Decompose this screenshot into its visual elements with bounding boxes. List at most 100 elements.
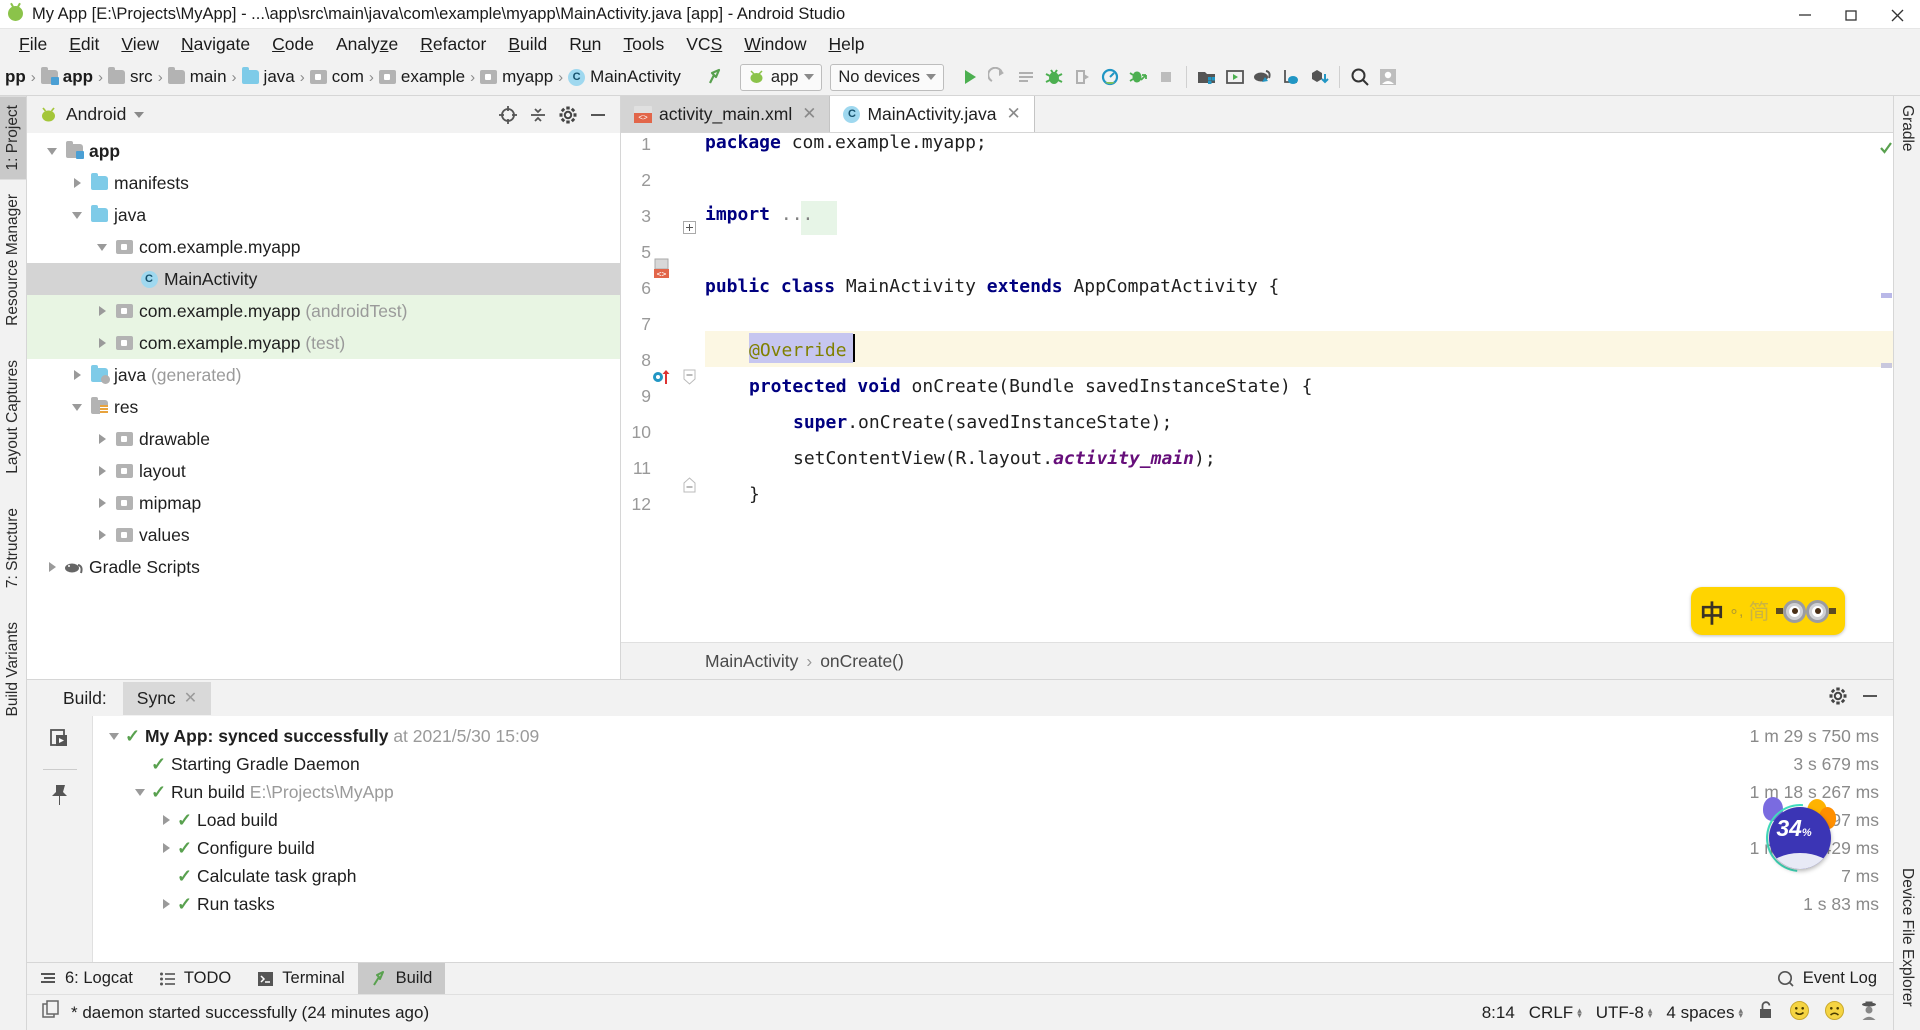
- apply-changes-icon[interactable]: [1012, 63, 1040, 91]
- build-output-tree[interactable]: ✓ My App: synced successfully at 2021/5/…: [93, 716, 1893, 962]
- build-row[interactable]: ✓ Run build E:\Projects\MyApp: [93, 778, 1893, 806]
- spinner-icon[interactable]: ▴ ▾: [1577, 1005, 1582, 1019]
- menu-refactor[interactable]: Refactor: [409, 31, 497, 58]
- goggles-icon[interactable]: [1776, 599, 1837, 623]
- caret-position[interactable]: 8:14: [1482, 1003, 1515, 1023]
- bottom-tab-terminal[interactable]: Terminal: [244, 963, 357, 994]
- search-icon[interactable]: [1346, 63, 1374, 91]
- minimize-button[interactable]: [1782, 0, 1828, 29]
- breadcrumb-class[interactable]: MainActivity: [705, 651, 798, 672]
- menu-analyze[interactable]: Analyze: [325, 31, 409, 58]
- tree-node-java[interactable]: java: [27, 199, 620, 231]
- tab-close-icon[interactable]: ✕: [1007, 104, 1021, 124]
- menu-build[interactable]: Build: [497, 31, 558, 58]
- fold-expand-icon[interactable]: [683, 219, 696, 239]
- ime-punctuation-label[interactable]: ∘,: [1729, 601, 1743, 621]
- tree-twisty[interactable]: [91, 243, 113, 251]
- build-twisty[interactable]: [155, 899, 177, 909]
- menu-tools[interactable]: Tools: [612, 31, 675, 58]
- tree-twisty[interactable]: [91, 434, 113, 444]
- settings-gear-icon[interactable]: [554, 102, 582, 128]
- unlocked-icon[interactable]: [1757, 1000, 1775, 1025]
- hide-panel-icon[interactable]: [584, 102, 612, 128]
- sync-gradle-icon[interactable]: [1249, 63, 1277, 91]
- spinner-icon[interactable]: ▴ ▾: [1648, 1005, 1653, 1019]
- tree-twisty[interactable]: [41, 147, 63, 155]
- sidebar-item-project[interactable]: 1: Project: [0, 96, 26, 180]
- build-row[interactable]: ✓ Load build: [93, 806, 1893, 834]
- spinner-icon[interactable]: ▴ ▾: [1738, 1005, 1743, 1019]
- indent-selector[interactable]: 4 spaces: [1666, 1003, 1734, 1023]
- tree-node-layout[interactable]: layout: [27, 455, 620, 487]
- tree-node-values[interactable]: values: [27, 519, 620, 551]
- breadcrumb-method[interactable]: onCreate(): [820, 651, 904, 672]
- build-row[interactable]: ✓ Run tasks: [93, 890, 1893, 918]
- sidebar-item-structure[interactable]: 7: Structure: [0, 499, 26, 597]
- editor-scrollbar[interactable]: [1879, 133, 1893, 642]
- breadcrumb-src[interactable]: src: [105, 67, 156, 87]
- attach-debugger-icon[interactable]: [1068, 63, 1096, 91]
- breadcrumb-main[interactable]: main: [165, 67, 230, 87]
- build-row[interactable]: ✓ Starting Gradle Daemon: [93, 750, 1893, 778]
- breadcrumb-project[interactable]: pp: [2, 67, 29, 87]
- copy-icon[interactable]: [41, 1000, 61, 1025]
- encoding-selector[interactable]: UTF-8: [1596, 1003, 1644, 1023]
- build-row[interactable]: ✓ My App: synced successfully at 2021/5/…: [93, 722, 1893, 750]
- ime-script-label[interactable]: 简: [1748, 596, 1769, 626]
- code-text[interactable]: package com.example.myapp; import ... pu…: [705, 133, 1893, 642]
- tree-twisty[interactable]: [66, 403, 88, 411]
- fold-collapse-icon[interactable]: [683, 369, 696, 390]
- tree-node-drawable[interactable]: drawable: [27, 423, 620, 455]
- tab-close-icon[interactable]: ✕: [802, 104, 816, 124]
- run-configuration-selector[interactable]: app: [739, 63, 823, 91]
- target-icon[interactable]: [494, 102, 522, 128]
- event-log-button[interactable]: Event Log: [1777, 963, 1893, 994]
- chevron-down-icon[interactable]: [134, 111, 145, 118]
- run-with-coverage-icon[interactable]: [1124, 63, 1152, 91]
- close-button[interactable]: [1874, 0, 1920, 29]
- menu-view[interactable]: View: [110, 31, 170, 58]
- line-separator-selector[interactable]: CRLF: [1529, 1003, 1573, 1023]
- tab-mainactivity-java[interactable]: C MainActivity.java ✕: [830, 96, 1035, 132]
- tree-node-manifests[interactable]: manifests: [27, 167, 620, 199]
- bottom-tab-logcat[interactable]: 6: Logcat: [27, 963, 146, 994]
- ime-mode-label[interactable]: 中: [1700, 594, 1724, 629]
- build-twisty[interactable]: [155, 843, 177, 853]
- tab-activity-main-xml[interactable]: activity_main.xml ✕: [621, 96, 831, 132]
- account-icon[interactable]: [1374, 63, 1402, 91]
- device-manager-icon[interactable]: [1277, 63, 1305, 91]
- tree-node-app[interactable]: app: [27, 135, 620, 167]
- breadcrumb-com[interactable]: com: [307, 67, 367, 87]
- tree-node-mipmap[interactable]: mipmap: [27, 487, 620, 519]
- smiley-sad-icon[interactable]: [1824, 1000, 1845, 1026]
- maximize-button[interactable]: [1828, 0, 1874, 29]
- breadcrumb-myapp[interactable]: myapp: [477, 67, 556, 87]
- tree-twisty[interactable]: [91, 306, 113, 316]
- build-tab-sync[interactable]: Sync ✕: [122, 681, 212, 715]
- layout-preview-icon[interactable]: <>: [651, 258, 673, 285]
- tree-twisty[interactable]: [66, 370, 88, 380]
- sidebar-item-device-file-explorer[interactable]: Device File Explorer: [1894, 859, 1920, 1016]
- restart-icon[interactable]: [47, 726, 73, 757]
- build-row[interactable]: ✓ Configure build: [93, 834, 1893, 862]
- ime-widget[interactable]: 中 ∘, 简: [1691, 587, 1845, 635]
- debug-icon[interactable]: [1040, 63, 1068, 91]
- build-row[interactable]: ✓ Calculate task graph: [93, 862, 1893, 890]
- menu-navigate[interactable]: Navigate: [170, 31, 261, 58]
- menu-code[interactable]: Code: [261, 31, 325, 58]
- tree-twisty[interactable]: [91, 530, 113, 540]
- build-tab-close-icon[interactable]: ✕: [184, 688, 197, 708]
- build-twisty[interactable]: [103, 732, 125, 740]
- tree-node-gradle-scripts[interactable]: Gradle Scripts: [27, 551, 620, 583]
- tree-twisty[interactable]: [41, 562, 63, 572]
- device-selector[interactable]: No devices: [830, 63, 944, 91]
- hide-panel-icon[interactable]: [1859, 685, 1881, 712]
- sdk-manager-icon[interactable]: [1193, 63, 1221, 91]
- sidebar-item-build-variants[interactable]: Build Variants: [0, 613, 26, 725]
- make-project-icon[interactable]: [702, 63, 730, 91]
- sidebar-item-gradle[interactable]: Gradle: [1894, 96, 1920, 161]
- tree-node-com-example-myapp[interactable]: com.example.myapp (androidTest): [27, 295, 620, 327]
- tree-node-res[interactable]: res: [27, 391, 620, 423]
- profiler-icon[interactable]: [1096, 63, 1124, 91]
- breadcrumb-java[interactable]: java: [239, 67, 298, 87]
